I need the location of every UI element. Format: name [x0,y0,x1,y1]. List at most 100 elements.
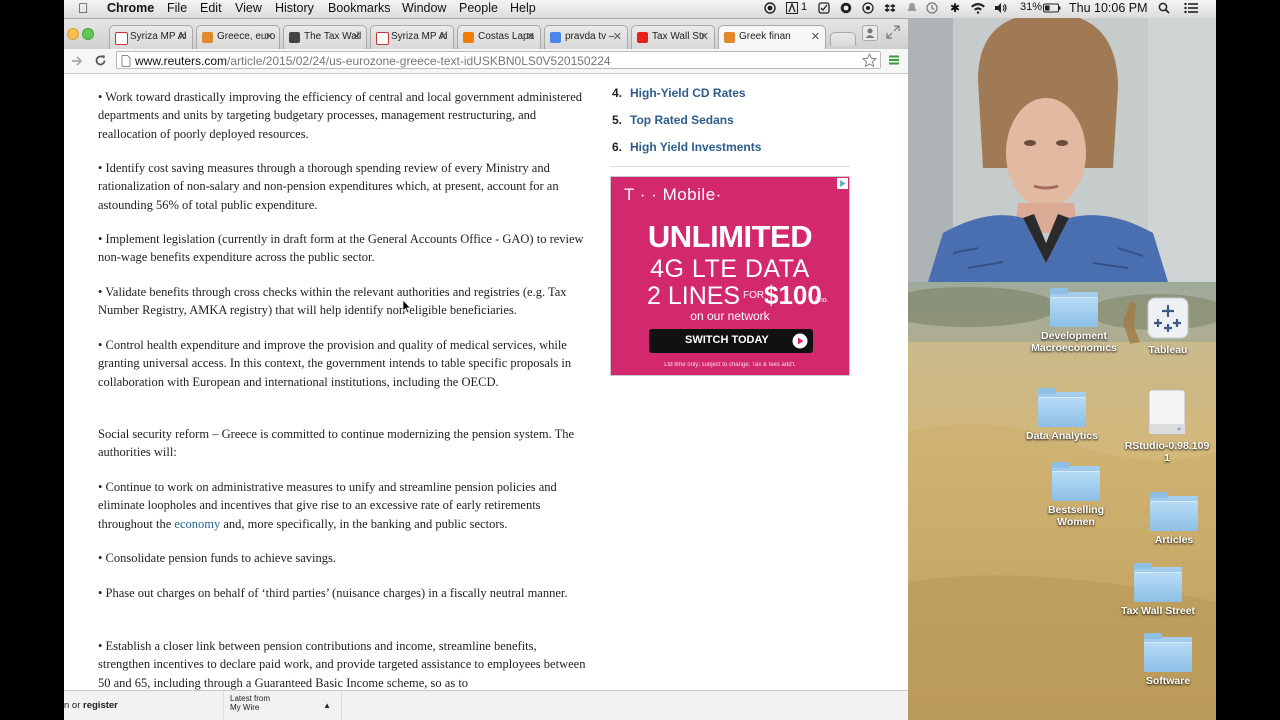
article-paragraph: • Validate benefits through cross checks… [98,285,567,318]
bottom-bar: n or register Latest from My Wire ▲ [64,690,908,720]
tab-greek-finance[interactable]: Greek finan ✕ [718,25,826,49]
popular-link[interactable]: Top Rated Sedans [630,113,734,127]
tab-tax-wall-street[interactable]: Tax Wall Str ✕ [631,25,715,49]
paragraph-text: and, more specifically, in the banking a… [220,516,508,531]
time-machine-icon[interactable] [926,2,938,14]
menu-help[interactable]: Help [510,1,536,15]
popular-item: 4. High-Yield CD Rates [612,86,746,100]
volume-icon[interactable] [994,2,1008,14]
close-tab-icon[interactable]: ✕ [811,30,820,43]
menu-people[interactable]: People [459,1,498,15]
popular-item: 6. High Yield Investments [612,140,761,154]
profile-icon[interactable] [862,25,878,41]
latest-from-my-wire[interactable]: Latest from My Wire ▲ [223,691,342,720]
reuters-favicon-icon [724,32,735,43]
menu-file[interactable]: File [167,1,187,15]
cloud-icon[interactable] [840,2,852,14]
article-paragraph: • Work toward drastically improving the … [98,90,582,141]
tab-syriza-2[interactable]: Syriza MP Al ✕ [370,25,454,49]
chrome-menu-icon[interactable] [888,54,900,66]
article-paragraph: • Identify cost saving measures through … [98,161,559,212]
minimize-window-button[interactable] [67,28,79,40]
dropbox-icon[interactable] [884,2,896,14]
close-tab-icon[interactable]: ✕ [352,30,361,43]
page-content: • Work toward drastically improving the … [64,74,908,690]
new-tab-button[interactable] [830,32,856,46]
menu-bookmarks[interactable]: Bookmarks [328,1,391,15]
battery-icon[interactable] [1043,2,1061,14]
menu-edit[interactable]: Edit [200,1,222,15]
desktop-icon-label: Articles [1154,534,1194,546]
ad-price: $100 [764,280,822,310]
tab-syriza-1[interactable]: Syriza MP Al ✕ [109,25,193,49]
tmobile-ad[interactable]: T · · Mobile· UNLIMITED 4G LTE DATA 2 LI… [610,176,850,376]
ad-disclaimer: Ltd time only; subject to change. Tax & … [664,362,796,368]
popular-link[interactable]: High Yield Investments [630,140,761,154]
clock[interactable]: Thu 10:06 PM [1069,1,1148,15]
address-bar[interactable]: www.reuters.com/article/2015/02/24/us-eu… [116,51,881,69]
desktop-icon-label: Bestselling Women [1047,504,1105,528]
menu-view[interactable]: View [235,1,262,15]
menu-window[interactable]: Window [402,1,446,15]
bookmark-star-icon[interactable] [862,53,877,68]
ad-choices-icon[interactable] [837,178,848,189]
popular-number: 4. [612,86,623,100]
tab-costas-lapa[interactable]: Costas Lapa ✕ [457,25,541,49]
close-tab-icon[interactable]: ✕ [178,30,187,43]
desktop-disk-rstudio[interactable]: RStudio-0.98.1091 [1122,388,1212,464]
reload-icon[interactable] [94,54,107,67]
desktop-folder-bestselling-women[interactable]: Bestselling Women [1032,462,1120,528]
article-paragraph: • Continue to work on administrative mea… [98,478,590,533]
popular-number: 5. [612,113,623,127]
close-tab-icon[interactable]: ✕ [700,30,709,43]
record-icon[interactable] [764,2,776,14]
desktop-folder-development-macroeconomics[interactable]: Development Macroeconomics [1026,288,1122,354]
tab-tax-wall[interactable]: The Tax Wall ✕ [283,25,367,49]
presenter-video [908,18,1216,282]
app-menu[interactable]: Chrome [107,1,154,15]
ad-for: FOR [743,290,765,301]
register-link[interactable]: register [83,700,118,711]
url-path: /article/2015/02/24/us-eurozone-greece-t… [227,54,611,68]
play-arrow-icon [792,333,808,349]
menu-history[interactable]: History [275,1,314,15]
wifi-icon[interactable] [970,2,986,14]
switch-today-button[interactable]: SWITCH TODAY [649,329,813,353]
close-tab-icon[interactable]: ✕ [526,30,535,43]
bug-icon[interactable] [862,2,874,14]
bell-icon[interactable] [906,2,918,14]
popular-link[interactable]: High-Yield CD Rates [630,86,746,100]
close-tab-icon[interactable]: ✕ [265,30,274,43]
divider [610,166,850,167]
desktop-app-tableau[interactable]: Tableau [1130,296,1206,356]
bluetooth-icon[interactable]: ✱ [950,1,960,15]
folder-icon [1150,492,1198,531]
menu-bar:  Chrome File Edit View History Bookmark… [64,0,1216,19]
tab-strip: Syriza MP Al ✕ Greece, euro ✕ The Tax Wall… [64,19,908,49]
adobe-icon[interactable] [786,2,798,14]
desktop-folder-data-analytics[interactable]: Data Analytics [1018,388,1106,442]
fullscreen-icon[interactable] [886,25,900,39]
desktop-folder-software[interactable]: Software [1128,633,1208,687]
mouse-cursor-icon [402,299,412,314]
tab-pravda-tv[interactable]: pravda tv – ✕ [544,25,628,49]
tab-title: Greek finan [739,31,791,42]
close-tab-icon[interactable]: ✕ [613,30,622,43]
apple-menu-icon[interactable]:  [78,0,89,16]
close-tab-icon[interactable]: ✕ [439,30,448,43]
spotlight-search-icon[interactable] [1158,2,1170,14]
page-icon [121,55,131,67]
article-paragraph: • Consolidate pension funds to achieve s… [98,551,337,565]
tableau-icon [1147,297,1189,339]
evernote-icon[interactable] [818,2,830,14]
desktop-folder-tax-wall-street[interactable]: Tax Wall Street [1110,563,1206,617]
notification-center-icon[interactable] [1184,2,1198,14]
zoom-window-button[interactable] [82,28,94,40]
economy-link[interactable]: economy [174,517,220,531]
desktop-folder-articles[interactable]: Articles [1134,492,1214,546]
gmail-favicon-icon [115,32,128,45]
tab-greece-euro[interactable]: Greece, euro ✕ [196,25,280,49]
google-favicon-icon [550,32,561,43]
forward-arrow-icon[interactable] [71,55,83,67]
browser-window: Syriza MP Al ✕ Greece, euro ✕ The Tax Wall… [64,19,908,720]
